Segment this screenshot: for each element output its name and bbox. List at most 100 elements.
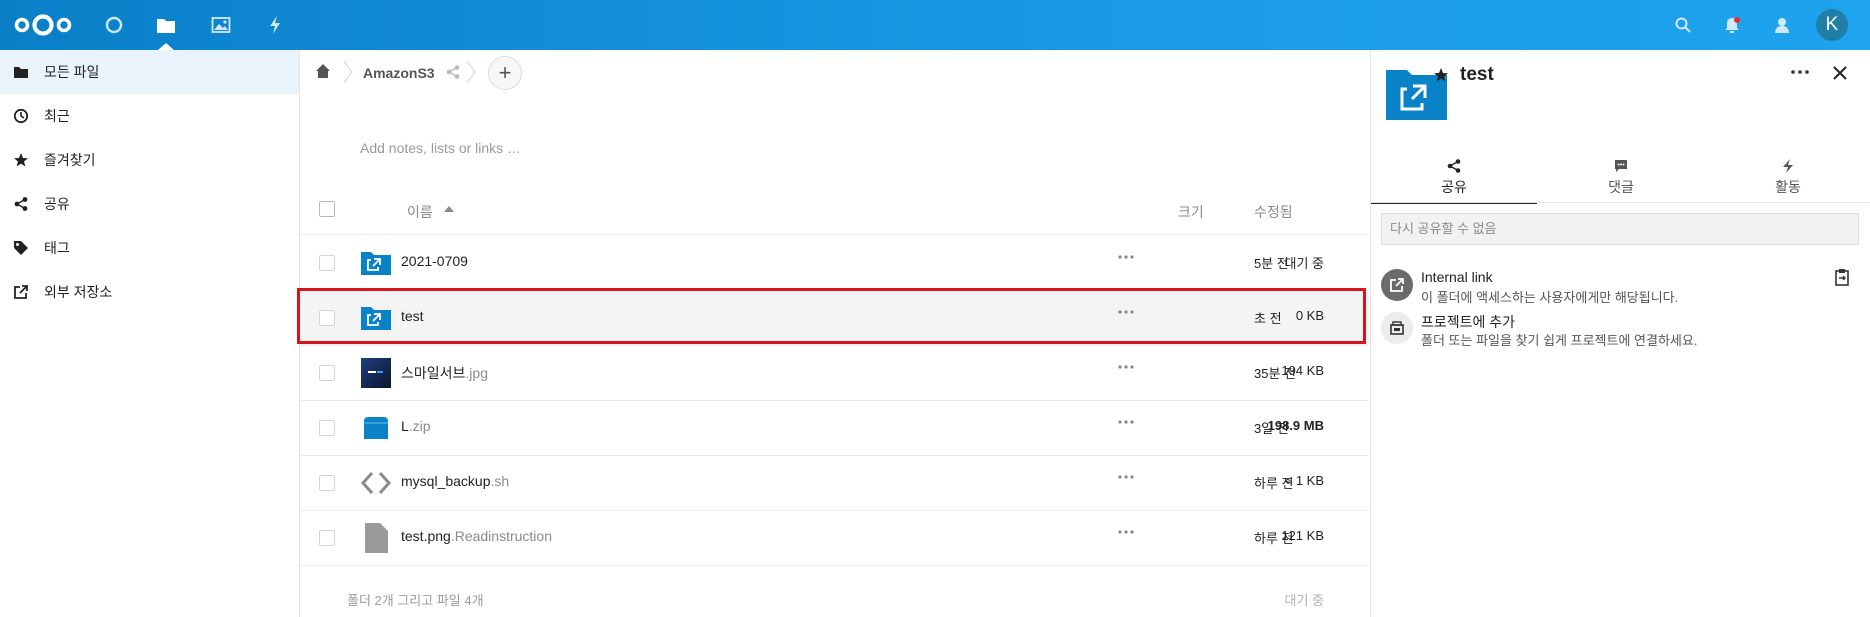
activity-lightning-icon[interactable] <box>261 0 289 50</box>
sidebar-item-label: 모든 파일 <box>44 64 100 80</box>
tab-activity[interactable]: 활동 <box>1705 154 1870 202</box>
table-row[interactable]: L.zip 198.9 MB 3일 전 <box>300 400 1369 456</box>
more-actions-icon[interactable] <box>1118 530 1134 534</box>
table-row[interactable]: test 0 KB 초 전 <box>300 290 1369 346</box>
file-name[interactable]: 스마일서브.jpg <box>401 363 488 383</box>
sidebar-item-external-storage[interactable]: 외부 저장소 <box>0 270 299 314</box>
file-name[interactable]: L.zip <box>401 418 431 434</box>
file-extension: .jpg <box>465 365 488 381</box>
lightning-icon <box>1783 159 1793 173</box>
row-checkbox[interactable] <box>319 310 335 326</box>
new-file-button[interactable]: + <box>488 56 522 90</box>
tab-sharing[interactable]: 공유 <box>1371 154 1537 204</box>
sidebar-item-tags[interactable]: 태그 <box>0 226 299 270</box>
search-icon[interactable] <box>1670 0 1696 50</box>
share-icon <box>1447 159 1461 173</box>
image-thumbnail-icon <box>361 358 391 388</box>
file-name[interactable]: 2021-0709 <box>401 253 468 269</box>
user-avatar[interactable]: K <box>1816 9 1848 41</box>
breadcrumb-folder[interactable]: AmazonS3 <box>363 65 435 81</box>
reshare-notice-field: 다시 공유할 수 없음 <box>1381 213 1859 245</box>
active-app-indicator <box>158 43 174 50</box>
folder-icon <box>14 67 28 78</box>
file-name[interactable]: test.png.Readinstruction <box>401 528 552 544</box>
file-name[interactable]: test <box>401 308 424 324</box>
file-modified: 하루 전 <box>1254 531 1294 546</box>
dashboard-circle-icon[interactable] <box>100 0 128 50</box>
file-list-area: AmazonS3 + Add notes, lists or links … 이… <box>300 50 1369 617</box>
breadcrumb-separator-icon <box>466 61 476 83</box>
table-row[interactable]: test.png.Readinstruction 121 KB 하루 전 <box>300 510 1369 566</box>
tabs-divider <box>1371 202 1870 203</box>
tab-label: 댓글 <box>1608 179 1634 195</box>
select-all-checkbox[interactable] <box>319 201 335 217</box>
project-icon[interactable] <box>1381 312 1413 344</box>
more-actions-icon[interactable] <box>1118 475 1134 479</box>
column-modified-header[interactable]: 수정됨 <box>1254 202 1293 222</box>
file-modified: 3일 전 <box>1254 421 1289 436</box>
contacts-icon[interactable] <box>1769 0 1795 50</box>
tag-icon <box>14 241 28 255</box>
generic-file-icon <box>365 523 388 553</box>
more-actions-icon[interactable] <box>1118 420 1134 424</box>
file-modified: 35분 전 <box>1254 366 1296 381</box>
nextcloud-logo-icon[interactable] <box>10 0 76 50</box>
internal-link-icon <box>1381 269 1413 301</box>
sidebar-item-shares[interactable]: 공유 <box>0 182 299 226</box>
internal-link-title: Internal link <box>1421 269 1493 285</box>
panel-tabs: 공유 댓글 활동 <box>1371 154 1870 204</box>
tab-label: 공유 <box>1441 179 1467 195</box>
comment-icon <box>1615 160 1627 172</box>
file-basename: 스마일서브 <box>401 365 466 381</box>
shared-folder-icon <box>361 307 391 330</box>
code-file-icon <box>360 471 392 495</box>
more-actions-icon[interactable] <box>1118 255 1134 259</box>
row-checkbox[interactable] <box>319 475 335 491</box>
share-icon <box>14 197 28 211</box>
sidebar-item-label: 공유 <box>44 196 70 212</box>
details-sidebar: test 공유 댓글 활동 다시 공유할 수 없음 Internal link … <box>1370 50 1870 617</box>
internal-link-subtitle: 이 폴더에 액세스하는 사용자에게만 해당됩니다. <box>1421 290 1679 305</box>
archive-package-icon <box>364 417 388 439</box>
close-icon[interactable] <box>1833 66 1847 80</box>
photos-image-icon[interactable] <box>207 0 235 50</box>
sidebar-item-all-files[interactable]: 모든 파일 <box>0 50 299 94</box>
rich-workspace-notes[interactable]: Add notes, lists or links … <box>360 140 521 156</box>
more-actions-icon[interactable] <box>1118 365 1134 369</box>
project-title[interactable]: 프로젝트에 추가 <box>1421 312 1515 332</box>
row-checkbox[interactable] <box>319 420 335 436</box>
sidebar-item-recent[interactable]: 최근 <box>0 94 299 138</box>
file-basename: mysql_backup <box>401 473 491 489</box>
home-icon[interactable] <box>315 63 331 79</box>
project-subtitle: 폴더 또는 파일을 찾기 쉽게 프로젝트에 연결하세요. <box>1421 333 1698 348</box>
panel-title: test <box>1460 64 1494 85</box>
more-options-icon[interactable] <box>1791 70 1809 74</box>
sidebar-item-favorites[interactable]: 즐겨찾기 <box>0 138 299 182</box>
table-row[interactable]: mysql_backup.sh < 1 KB 하루 전 <box>300 455 1369 511</box>
sidebar: 모든 파일 최근 즐겨찾기 공유 태그 외부 저장소 <box>0 50 300 617</box>
column-name-header[interactable]: 이름 <box>407 202 433 222</box>
clock-icon <box>13 108 29 124</box>
share-icon[interactable] <box>445 64 461 80</box>
top-header: K <box>0 0 1870 50</box>
breadcrumb-separator-icon <box>343 61 353 83</box>
table-row[interactable]: 2021-0709 대기 중 5분 전 <box>300 235 1369 291</box>
table-row[interactable]: 스마일서브.jpg 194 KB 35분 전 <box>300 345 1369 401</box>
file-extension: .sh <box>490 473 510 489</box>
external-link-icon <box>14 285 28 299</box>
total-size-summary: 대기 중 <box>1284 593 1325 608</box>
sort-ascending-icon[interactable] <box>444 206 454 212</box>
file-basename: L <box>401 418 409 434</box>
more-actions-icon[interactable] <box>1118 310 1134 314</box>
row-checkbox[interactable] <box>319 530 335 546</box>
file-size: 대기 중 <box>1284 256 1325 271</box>
row-checkbox[interactable] <box>319 365 335 381</box>
file-name[interactable]: mysql_backup.sh <box>401 473 509 489</box>
row-checkbox[interactable] <box>319 255 335 271</box>
column-size-header[interactable]: 크기 <box>1178 202 1204 222</box>
notifications-bell-icon[interactable] <box>1719 0 1745 50</box>
star-icon <box>14 153 28 167</box>
file-size: 0 KB <box>1295 308 1324 323</box>
tab-comments[interactable]: 댓글 <box>1538 154 1704 202</box>
copy-clipboard-icon[interactable] <box>1833 268 1851 286</box>
